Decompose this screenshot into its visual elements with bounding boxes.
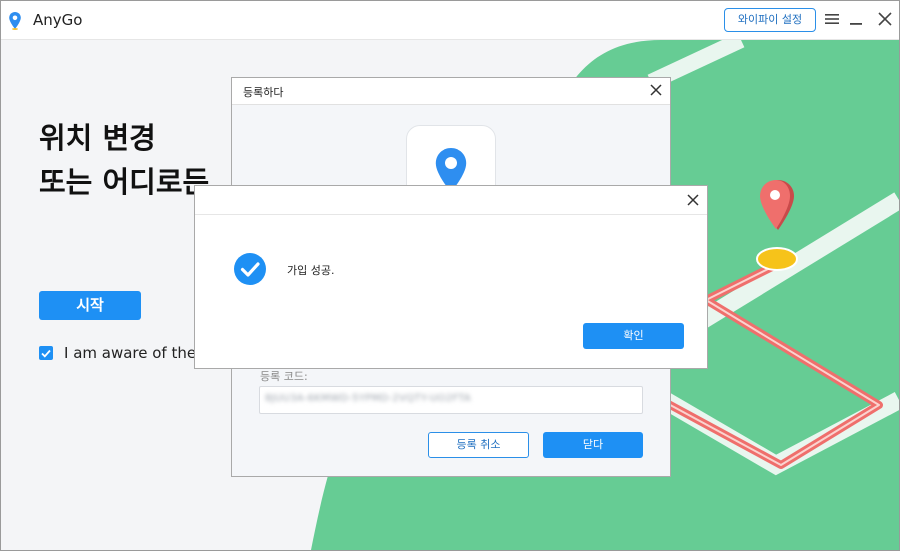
headline-line-1: 위치 변경 (39, 121, 156, 155)
app-window: AnyGo 와이파이 설정 위치 변경 또는 어디로든 시작 I am awar… (0, 0, 900, 551)
confirm-button[interactable]: 확인 (583, 323, 684, 349)
anygo-logo-icon (8, 11, 22, 34)
register-dialog-close-icon[interactable] (648, 82, 664, 98)
checkmark-icon (41, 349, 51, 358)
registration-code-value: 8JUU3A-6KMWD-5YPMD-2VQTY-UO2FTA (265, 393, 472, 404)
success-message: 가입 성공. (287, 264, 335, 277)
register-dialog-titlebar: 등록하다 (232, 78, 670, 105)
title-bar: AnyGo 와이파이 설정 (1, 1, 899, 40)
unregister-button[interactable]: 등록 취소 (428, 432, 529, 458)
minimize-icon[interactable] (847, 10, 865, 28)
registration-code-input[interactable]: 8JUU3A-6KMWD-5YPMD-2VQTY-UO2FTA (259, 386, 643, 414)
success-check-icon (233, 252, 267, 286)
menu-icon[interactable] (823, 10, 841, 28)
wifi-settings-button[interactable]: 와이파이 설정 (724, 8, 816, 32)
registration-code-label: 등록 코드: (260, 370, 308, 383)
aware-label: I am aware of the (64, 344, 197, 362)
aware-row: I am aware of the (39, 344, 196, 362)
page-headline: 위치 변경 또는 어디로든 (39, 116, 209, 204)
success-dialog-close-icon[interactable] (685, 192, 701, 208)
start-button[interactable]: 시작 (39, 291, 141, 320)
close-button[interactable]: 닫다 (543, 432, 643, 458)
close-icon[interactable] (876, 10, 894, 28)
success-dialog: 가입 성공. 확인 (194, 185, 708, 369)
register-dialog-title: 등록하다 (243, 86, 284, 99)
app-title: AnyGo (33, 11, 83, 29)
headline-line-2: 또는 어디로든 (39, 165, 210, 199)
success-dialog-titlebar (195, 186, 707, 215)
aware-checkbox[interactable] (39, 346, 53, 360)
